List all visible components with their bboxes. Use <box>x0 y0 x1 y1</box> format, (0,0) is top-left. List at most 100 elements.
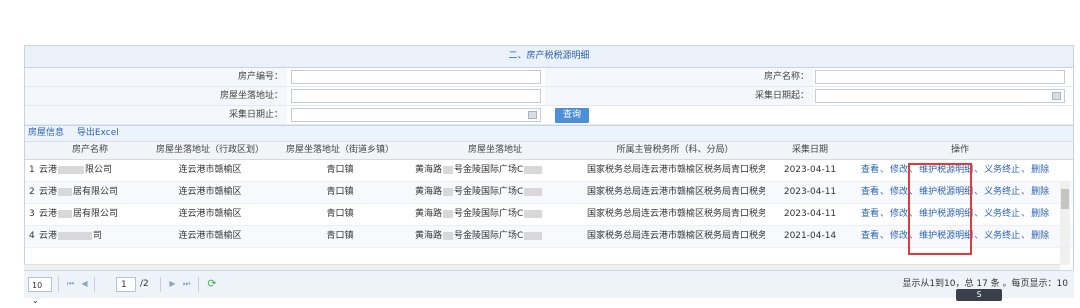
address-mid: 号金陵国际广场C <box>454 165 524 175</box>
address-mid: 号金陵国际广场C <box>454 209 524 219</box>
redacted-block <box>443 231 454 240</box>
house-info-tab[interactable]: 房屋信息 <box>28 128 64 138</box>
view-link[interactable]: 查看 <box>861 165 879 175</box>
op-separator: 、 <box>974 231 984 241</box>
town-cell: 青口镇 <box>326 231 354 241</box>
date-cell: 2023-04-11 <box>783 187 837 197</box>
op-separator: 、 <box>974 165 984 175</box>
address-prefix: 黄海路 <box>415 187 443 197</box>
delete-link[interactable]: 删除 <box>1031 209 1049 219</box>
house-name-label: 房产名称： <box>545 68 813 86</box>
town-cell: 青口镇 <box>326 187 354 197</box>
address-input[interactable] <box>291 89 541 103</box>
address-label: 房屋坐落地址： <box>25 87 287 105</box>
op-separator: 、 <box>1021 165 1031 175</box>
name-prefix: 云港 <box>39 187 58 197</box>
op-separator: 、 <box>974 209 984 219</box>
tax-office-cell: 国家税务总局连云港市赣榆区税务局青口税务分局 <box>587 231 765 241</box>
floating-badge[interactable]: S <box>956 289 1002 301</box>
col-operations: 操作 <box>950 145 969 155</box>
collect-end-input[interactable] <box>291 108 541 122</box>
district-cell: 连云港市赣榆区 <box>178 187 242 197</box>
total-pages: /2 <box>140 279 149 289</box>
op-separator: 、 <box>880 209 890 219</box>
page-number-input[interactable]: 1 <box>116 277 136 292</box>
edit-link[interactable]: 修改 <box>890 209 908 219</box>
row-number: 3 <box>29 209 35 219</box>
town-cell: 青口镇 <box>326 165 354 175</box>
house-name-cell: 云港 限公司 <box>39 160 145 181</box>
redacted-block <box>524 209 543 218</box>
page-size-select[interactable]: 10 ⌄ <box>28 277 52 305</box>
terminate-obligation-link[interactable]: 义务终止 <box>984 165 1020 175</box>
edit-link[interactable]: 修改 <box>890 165 908 175</box>
name-suffix: 限公司 <box>85 165 113 175</box>
town-cell: 青口镇 <box>326 209 354 219</box>
house-name-input[interactable] <box>815 70 1065 84</box>
col-town: 房屋坐落地址（街道乡镇） <box>285 145 394 155</box>
view-link[interactable]: 查看 <box>861 187 879 197</box>
redacted-block <box>58 187 73 196</box>
row-number: 2 <box>29 187 35 197</box>
col-house-name: 房产名称 <box>71 145 108 155</box>
pager-divider <box>58 277 59 292</box>
terminate-obligation-link[interactable]: 义务终止 <box>984 209 1020 219</box>
address-mid: 号金陵国际广场C <box>454 231 524 241</box>
delete-link[interactable]: 删除 <box>1031 231 1049 241</box>
col-address: 房屋坐落地址 <box>467 145 522 155</box>
query-button[interactable]: 查询 <box>555 108 589 123</box>
vertical-scrollbar[interactable] <box>1060 181 1070 265</box>
op-separator: 、 <box>1021 209 1031 219</box>
next-page-icon[interactable]: ▶ <box>168 278 177 290</box>
house-name-cell: 云港 居有限公司 <box>39 182 145 203</box>
address-prefix: 黄海路 <box>415 231 443 241</box>
date-cell: 2021-04-14 <box>783 231 837 241</box>
redacted-block <box>443 209 454 218</box>
redacted-block <box>524 187 543 196</box>
calendar-icon[interactable] <box>528 111 537 119</box>
delete-link[interactable]: 删除 <box>1031 165 1049 175</box>
address-mid: 号金陵国际广场C <box>454 187 524 197</box>
filter-row-3: 采集日期止： 查询 <box>25 106 1073 125</box>
name-prefix: 云港 <box>39 231 58 241</box>
house-id-input[interactable] <box>291 70 541 84</box>
pager-divider <box>94 277 95 292</box>
calendar-icon[interactable] <box>1052 92 1061 100</box>
prev-page-icon[interactable]: ◀ <box>80 278 89 290</box>
op-separator: 、 <box>880 187 890 197</box>
op-separator: 、 <box>974 187 984 197</box>
edit-link[interactable]: 修改 <box>890 187 908 197</box>
collect-end-label: 采集日期止： <box>25 106 287 124</box>
redacted-block <box>443 165 454 174</box>
address-prefix: 黄海路 <box>415 165 443 175</box>
collect-start-label: 采集日期起： <box>545 87 813 105</box>
terminate-obligation-link[interactable]: 义务终止 <box>984 187 1020 197</box>
tax-office-cell: 国家税务总局连云港市赣榆区税务局青口税务分局 <box>587 209 765 219</box>
terminate-obligation-link[interactable]: 义务终止 <box>984 231 1020 241</box>
pagination-bar: 10 ⌄ ⏮ ◀ 1 /2 ▶ ⏭ ⟳ 显示从1到10，总 17 条 。每页显示… <box>24 270 1074 305</box>
name-suffix: 居有限公司 <box>73 187 119 197</box>
export-excel-button[interactable]: 导出Excel <box>77 128 119 138</box>
op-separator: 、 <box>880 165 890 175</box>
page-size-value: 10 <box>32 281 43 290</box>
last-page-icon[interactable]: ⏭ <box>182 278 191 290</box>
collect-start-input[interactable] <box>815 89 1065 103</box>
filter-row-2: 房屋坐落地址： 采集日期起： <box>25 87 1073 106</box>
tax-office-cell: 国家税务总局连云港市赣榆区税务局青口税务分局 <box>587 165 765 175</box>
op-separator: 、 <box>880 231 890 241</box>
redacted-block <box>58 231 93 240</box>
view-link[interactable]: 查看 <box>861 231 879 241</box>
delete-link[interactable]: 删除 <box>1031 187 1049 197</box>
name-prefix: 云港 <box>39 165 58 175</box>
house-id-label: 房产编号： <box>25 68 287 86</box>
edit-link[interactable]: 修改 <box>890 231 908 241</box>
scrollbar-thumb[interactable] <box>1061 189 1069 209</box>
first-page-icon[interactable]: ⏮ <box>66 278 75 290</box>
highlight-box <box>908 163 972 255</box>
op-separator: 、 <box>1021 231 1031 241</box>
redacted-block <box>58 165 85 174</box>
col-tax-office: 所属主管税务所（科、分局） <box>616 145 734 155</box>
section-title: 二、房产税税源明细 <box>25 46 1073 68</box>
view-link[interactable]: 查看 <box>861 209 879 219</box>
refresh-icon[interactable]: ⟳ <box>206 277 218 291</box>
